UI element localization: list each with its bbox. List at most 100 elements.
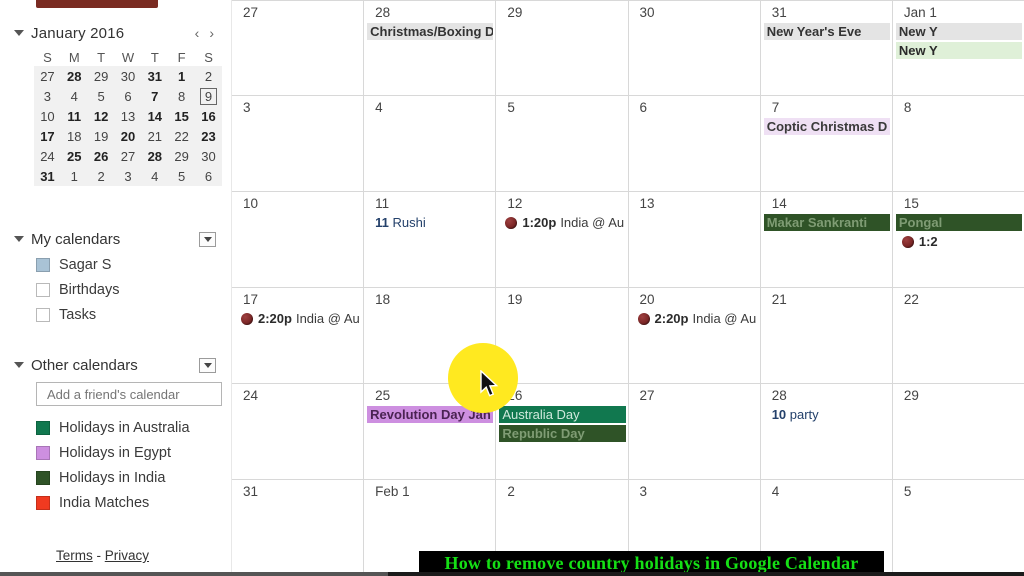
other-calendar-item-3[interactable]: India Matches bbox=[36, 492, 149, 514]
day-cell-13[interactable]: 13 bbox=[628, 192, 761, 287]
my-calendar-item-1[interactable]: Birthdays bbox=[36, 279, 119, 301]
my-calendars-menu-button[interactable] bbox=[199, 231, 216, 247]
mini-day-30[interactable]: 30 bbox=[195, 146, 222, 166]
calendar-color-swatch[interactable] bbox=[36, 283, 50, 297]
calendar-event[interactable]: 2:20p India @ Au bbox=[632, 310, 758, 327]
video-player-bar[interactable] bbox=[0, 572, 1024, 576]
mini-day-29[interactable]: 29 bbox=[168, 146, 196, 166]
day-cell-18[interactable]: 18 bbox=[364, 288, 497, 383]
day-cell-31[interactable]: 31 New Year's Eve bbox=[760, 1, 893, 95]
day-cell-27[interactable]: 27 bbox=[628, 384, 761, 479]
collapse-triangle-icon[interactable] bbox=[14, 30, 24, 36]
mini-day-10[interactable]: 10 bbox=[34, 106, 61, 126]
mini-day-21[interactable]: 21 bbox=[141, 126, 169, 146]
day-cell-7[interactable]: 7 Coptic Christmas D bbox=[760, 96, 893, 191]
day-cell-29[interactable]: 29 bbox=[496, 1, 629, 95]
mini-day-9[interactable]: 9 bbox=[195, 86, 222, 106]
calendar-event[interactable]: 10 party bbox=[764, 406, 890, 423]
mini-day-19[interactable]: 19 bbox=[87, 126, 115, 146]
mini-day-15[interactable]: 15 bbox=[168, 106, 196, 126]
day-cell-3[interactable]: 3 bbox=[232, 96, 365, 191]
mini-day-27[interactable]: 27 bbox=[34, 66, 61, 86]
my-calendar-item-0[interactable]: Sagar S bbox=[36, 254, 111, 276]
calendar-event[interactable]: Australia Day bbox=[499, 406, 626, 423]
calendar-event[interactable]: New Y bbox=[895, 42, 1023, 59]
calendar-color-swatch[interactable] bbox=[36, 308, 50, 322]
calendar-color-swatch[interactable] bbox=[36, 496, 50, 510]
other-calendars-menu-button[interactable] bbox=[199, 357, 216, 373]
mini-day-28[interactable]: 28 bbox=[141, 146, 169, 166]
day-cell-24[interactable]: 24 bbox=[232, 384, 365, 479]
day-cell-30[interactable]: 30 bbox=[628, 1, 761, 95]
mini-day-25[interactable]: 25 bbox=[60, 146, 88, 166]
mini-day-31[interactable]: 31 bbox=[34, 166, 61, 186]
prev-month-icon[interactable]: ‹ bbox=[195, 26, 200, 40]
day-cell-31[interactable]: 31 bbox=[232, 480, 365, 575]
calendar-event[interactable]: Pongal bbox=[895, 214, 1023, 231]
calendar-event[interactable]: New Year's Eve bbox=[763, 23, 890, 40]
calendar-event[interactable]: 2:20p India @ Au bbox=[235, 310, 361, 327]
mini-day-1[interactable]: 1 bbox=[168, 66, 196, 86]
day-cell-14[interactable]: 14 Makar Sankranti bbox=[760, 192, 893, 287]
my-calendar-item-2[interactable]: Tasks bbox=[36, 304, 96, 326]
mini-day-28[interactable]: 28 bbox=[60, 66, 88, 86]
mini-calendar-body[interactable]: 27 28 29 30 31 1 2 3 4 5 6 7 8 9 10 11 12 13 14 15 16 17 18 19 2… bbox=[34, 66, 222, 186]
mini-day-3[interactable]: 3 bbox=[114, 166, 142, 186]
mini-day-23[interactable]: 23 bbox=[195, 126, 222, 146]
day-cell-27[interactable]: 27 bbox=[232, 1, 365, 95]
day-cell-15[interactable]: 15 Pongal 1:2 bbox=[892, 192, 1024, 287]
mini-day-31[interactable]: 31 bbox=[141, 66, 169, 86]
mini-day-7[interactable]: 7 bbox=[141, 86, 169, 106]
other-calendar-item-0[interactable]: Holidays in Australia bbox=[36, 417, 190, 439]
mini-day-20[interactable]: 20 bbox=[114, 126, 142, 146]
day-cell-11[interactable]: 11 11 Rushi bbox=[364, 192, 497, 287]
day-cell-21[interactable]: 21 bbox=[760, 288, 893, 383]
day-cell-25[interactable]: 25 Revolution Day Jan bbox=[364, 384, 497, 479]
mini-day-1[interactable]: 1 bbox=[60, 166, 88, 186]
day-cell-19[interactable]: 19 bbox=[496, 288, 629, 383]
mini-day-18[interactable]: 18 bbox=[60, 126, 88, 146]
mini-day-17[interactable]: 17 bbox=[34, 126, 61, 146]
calendar-event[interactable]: Republic Day bbox=[499, 425, 626, 442]
mini-day-26[interactable]: 26 bbox=[87, 146, 115, 166]
mini-day-24[interactable]: 24 bbox=[34, 146, 61, 166]
day-cell-8[interactable]: 8 bbox=[892, 96, 1024, 191]
day-cell-26[interactable]: 26 Australia Day Republic Day bbox=[496, 384, 629, 479]
mini-day-13[interactable]: 13 bbox=[114, 106, 142, 126]
other-calendars-collapse-icon[interactable] bbox=[14, 362, 24, 368]
mini-day-27[interactable]: 27 bbox=[114, 146, 142, 166]
mini-day-4[interactable]: 4 bbox=[141, 166, 169, 186]
mini-day-22[interactable]: 22 bbox=[168, 126, 196, 146]
next-month-icon[interactable]: › bbox=[209, 26, 214, 40]
calendar-color-swatch[interactable] bbox=[36, 421, 50, 435]
other-calendar-item-2[interactable]: Holidays in India bbox=[36, 467, 165, 489]
mini-day-2[interactable]: 2 bbox=[195, 66, 222, 86]
mini-day-4[interactable]: 4 bbox=[60, 86, 88, 106]
calendar-event[interactable]: Coptic Christmas D bbox=[763, 118, 890, 135]
day-cell-29[interactable]: 29 bbox=[892, 384, 1024, 479]
mini-day-3[interactable]: 3 bbox=[34, 86, 61, 106]
month-grid[interactable]: 27 28 Christmas/Boxing D 29 30 31 New Year's E… bbox=[232, 0, 1024, 576]
calendar-event[interactable]: Makar Sankranti bbox=[763, 214, 890, 231]
privacy-link[interactable]: Privacy bbox=[105, 548, 149, 563]
calendar-event[interactable]: 11 Rushi bbox=[367, 214, 493, 231]
terms-link[interactable]: Terms bbox=[56, 548, 93, 563]
mini-day-5[interactable]: 5 bbox=[87, 86, 115, 106]
calendar-color-swatch[interactable] bbox=[36, 471, 50, 485]
day-cell-28[interactable]: 28 10 party bbox=[760, 384, 893, 479]
mini-day-30[interactable]: 30 bbox=[114, 66, 142, 86]
day-cell-6[interactable]: 6 bbox=[628, 96, 761, 191]
day-cell-5[interactable]: 5 bbox=[496, 96, 629, 191]
day-cell-20[interactable]: 20 2:20p India @ Au bbox=[628, 288, 761, 383]
mini-day-11[interactable]: 11 bbox=[60, 106, 88, 126]
day-cell-12[interactable]: 12 1:20p India @ Au bbox=[496, 192, 629, 287]
other-calendar-item-1[interactable]: Holidays in Egypt bbox=[36, 442, 171, 464]
day-cell-22[interactable]: 22 bbox=[892, 288, 1024, 383]
mini-day-5[interactable]: 5 bbox=[168, 166, 196, 186]
calendar-event[interactable]: Christmas/Boxing D bbox=[367, 23, 494, 40]
day-cell-10[interactable]: 10 bbox=[232, 192, 365, 287]
calendar-event[interactable]: Revolution Day Jan bbox=[367, 406, 494, 423]
mini-day-14[interactable]: 14 bbox=[141, 106, 169, 126]
mini-day-16[interactable]: 16 bbox=[195, 106, 222, 126]
mini-day-12[interactable]: 12 bbox=[87, 106, 115, 126]
